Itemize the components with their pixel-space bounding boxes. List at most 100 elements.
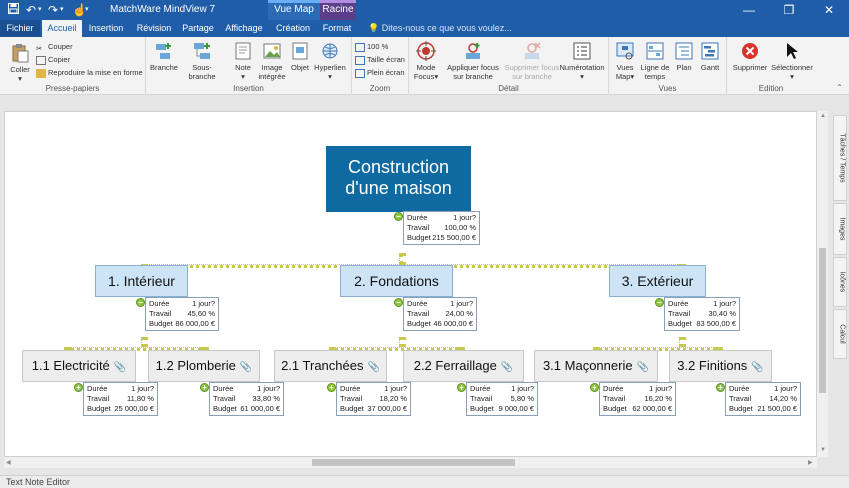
selectionner-button[interactable]: Sélectionner ▾ — [769, 41, 815, 81]
tab-fichier[interactable]: Fichier — [0, 20, 40, 37]
outline-icon — [675, 42, 693, 60]
expand-icon[interactable]: − — [655, 298, 664, 307]
side-tab-calcul[interactable]: Calcul — [833, 309, 847, 359]
supprimer-button[interactable]: Supprimer — [729, 41, 771, 72]
sous-branche-label: Sous-branche — [188, 63, 216, 81]
topic-title: 2.1 Tranchées — [281, 358, 364, 373]
image-integree-button[interactable]: Image intégrée — [256, 41, 288, 81]
taille-ecran-button[interactable]: Taille écran — [355, 54, 405, 65]
plan-button[interactable]: Plan — [672, 41, 696, 72]
expand-icon[interactable]: − — [394, 212, 403, 221]
tell-me-text: Dites-nous ce que vous voulez... — [381, 23, 512, 33]
zoom-100-button[interactable]: 100 % — [355, 41, 388, 52]
info-label-travail: Travail — [340, 394, 363, 403]
vues-map-label-1: Vues — [616, 63, 634, 72]
reproduire-button[interactable]: Reproduire la mise en forme — [36, 67, 143, 78]
maximize-button[interactable]: ❐ — [769, 0, 809, 20]
undo-dropdown-icon[interactable]: ▾ — [38, 2, 42, 18]
horizontal-scroll-thumb[interactable] — [312, 459, 515, 466]
info-label-budget: Budget — [407, 233, 431, 242]
couper-label: Couper — [48, 42, 73, 51]
info-label-duree: Durée — [603, 384, 624, 393]
expand-icon[interactable]: − — [394, 298, 403, 307]
tell-me-search[interactable]: 💡 Dites-nous ce que vous voulez... — [368, 20, 512, 37]
tab-insertion[interactable]: Insertion — [86, 20, 126, 37]
topic-fondations[interactable]: 2. Fondations — [340, 265, 453, 297]
vertical-scroll-thumb[interactable] — [819, 248, 826, 393]
horizontal-scrollbar[interactable]: ◀ ▶ — [4, 457, 817, 468]
info-label-duree: Durée — [87, 384, 108, 393]
hyperlien-button[interactable]: Hyperlien ▾ — [312, 41, 348, 81]
numerotation-button[interactable]: Numérotation ▾ — [559, 41, 605, 81]
budget-value: 46 000,00 € — [433, 319, 473, 328]
topic-interieur[interactable]: 1. Intérieur — [95, 265, 188, 297]
branche-button[interactable]: Branche — [148, 41, 180, 72]
objet-button[interactable]: Objet — [288, 41, 312, 72]
minimize-button[interactable]: — — [729, 0, 769, 20]
redo-icon[interactable]: ↷ — [48, 2, 58, 18]
ligne-temps-label-1: Ligne de — [640, 63, 670, 72]
close-button[interactable]: ✕ — [809, 0, 849, 20]
expand-icon[interactable]: + — [74, 383, 83, 392]
tab-revision[interactable]: Révision — [132, 20, 176, 37]
supprimer-focus-label-1: Supprimer focus — [504, 63, 560, 72]
note-button[interactable]: Note ▾ — [232, 41, 254, 81]
scroll-down-icon[interactable]: ▼ — [820, 447, 826, 453]
travail-value: 33,80 % — [252, 394, 280, 403]
topic-plomberie[interactable]: 1.2 Plomberie 📎 — [148, 350, 260, 382]
tab-partage[interactable]: Partage — [178, 20, 218, 37]
plan-label: Plan — [676, 63, 692, 72]
expand-icon[interactable]: + — [200, 383, 209, 392]
branche-label: Branche — [150, 63, 178, 72]
copier-button[interactable]: Copier — [36, 54, 70, 65]
tab-affichage[interactable]: Affichage — [222, 20, 266, 37]
topic-ferraillage[interactable]: 2.2 Ferraillage 📎 — [403, 350, 524, 382]
tab-format[interactable]: Format — [320, 20, 354, 37]
sous-branche-button[interactable]: Sous-branche — [179, 41, 225, 81]
budget-value: 83 500,00 € — [696, 319, 736, 328]
numbering-icon — [573, 42, 591, 60]
topic-title: 1.1 Electricité — [31, 358, 110, 373]
coller-button[interactable]: Coller ▾ — [6, 43, 34, 83]
expand-icon[interactable]: + — [327, 383, 336, 392]
tab-creation[interactable]: Création — [270, 20, 316, 37]
undo-icon[interactable]: ↶ — [26, 2, 36, 18]
scroll-up-icon[interactable]: ▲ — [820, 113, 826, 119]
paperclip-icon: 📎 — [113, 362, 127, 373]
topic-electricite[interactable]: 1.1 Electricité 📎 — [22, 350, 136, 382]
supprimer-focus-button[interactable]: Supprimer focus sur branche — [501, 41, 563, 81]
vertical-scrollbar[interactable]: ▲ ▼ — [817, 111, 828, 457]
tab-accueil[interactable]: Accueil — [42, 20, 82, 37]
context-group-vue-map: Vue Map — [268, 0, 320, 20]
appliquer-focus-button[interactable]: Appliquer focus sur branche — [445, 41, 501, 81]
plein-ecran-button[interactable]: Plein écran — [355, 67, 405, 78]
expand-icon[interactable]: + — [590, 383, 599, 392]
collapse-ribbon-icon[interactable]: ⌃ — [836, 83, 843, 92]
budget-value: 37 000,00 € — [367, 404, 407, 413]
save-icon[interactable] — [8, 2, 19, 18]
topic-exterieur[interactable]: 3. Extérieur — [609, 265, 706, 297]
group-label: Vues — [658, 84, 677, 93]
couper-button[interactable]: ✂ Couper — [36, 41, 73, 53]
expand-icon[interactable]: + — [457, 383, 466, 392]
task-info-box: Durée 1 jour? Travail 14,20 % Budget 21 500… — [725, 382, 801, 416]
lightbulb-icon: 💡 — [368, 23, 382, 33]
info-label-budget: Budget — [213, 404, 237, 413]
expand-icon[interactable]: + — [716, 383, 725, 392]
vues-map-button[interactable]: Vues Map▾ — [612, 41, 638, 81]
scroll-left-icon[interactable]: ◀ — [6, 459, 11, 466]
side-tab-label: Tâches / Temps — [838, 133, 846, 183]
topic-finitions[interactable]: 3.2 Finitions 📎 — [669, 350, 772, 382]
customize-toolbar-icon[interactable]: ▾ — [85, 2, 89, 18]
topic-tranchees[interactable]: 2.1 Tranchées 📎 — [274, 350, 387, 382]
topic-maconnerie[interactable]: 3.1 Maçonnerie 📎 — [534, 350, 658, 382]
root-topic[interactable]: Construction d'une maison — [326, 146, 471, 212]
gantt-button[interactable]: Gantt — [697, 41, 723, 72]
mindmap-canvas[interactable]: Construction d'une maison − Durée 1 jour?… — [4, 111, 817, 457]
text-note-editor-bar[interactable]: Text Note Editor — [0, 475, 849, 488]
mode-focus-button[interactable]: Mode Focus▾ — [411, 41, 441, 81]
scroll-right-icon[interactable]: ▶ — [808, 459, 813, 466]
expand-icon[interactable]: − — [136, 298, 145, 307]
redo-dropdown-icon[interactable]: ▾ — [60, 2, 64, 18]
ligne-temps-button[interactable]: Ligne de temps — [639, 41, 671, 81]
